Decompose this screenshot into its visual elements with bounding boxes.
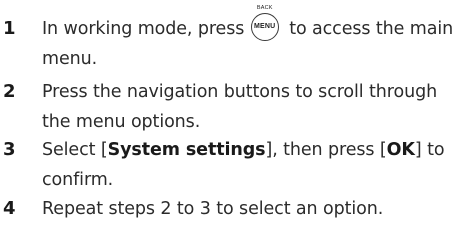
then-press: ], then press [ — [265, 140, 387, 160]
step-text: In working mode, press BACK MENU to acces… — [42, 5, 457, 74]
step-text-before: In working mode, press — [42, 19, 250, 39]
step-number: 3 — [3, 139, 16, 160]
menu-button-icon: BACK MENU — [250, 5, 283, 41]
back-label: BACK — [256, 5, 273, 11]
step-number: 1 — [3, 18, 16, 39]
step-number: 4 — [3, 198, 16, 219]
step-number: 2 — [3, 81, 16, 102]
menu-button-label: MENU — [250, 13, 279, 41]
select-prefix: Select [ — [42, 140, 108, 160]
step-text: Select [System settings], then press [OK… — [42, 135, 457, 195]
instruction-steps: 1 In working mode, press BACK MENU to acc… — [0, 0, 461, 242]
step-text: Press the navigation buttons to scroll t… — [42, 82, 438, 132]
ok-label: OK — [386, 140, 415, 160]
system-settings-label: System settings — [107, 140, 266, 160]
step-text: Repeat steps 2 to 3 to select an option. — [42, 199, 384, 219]
